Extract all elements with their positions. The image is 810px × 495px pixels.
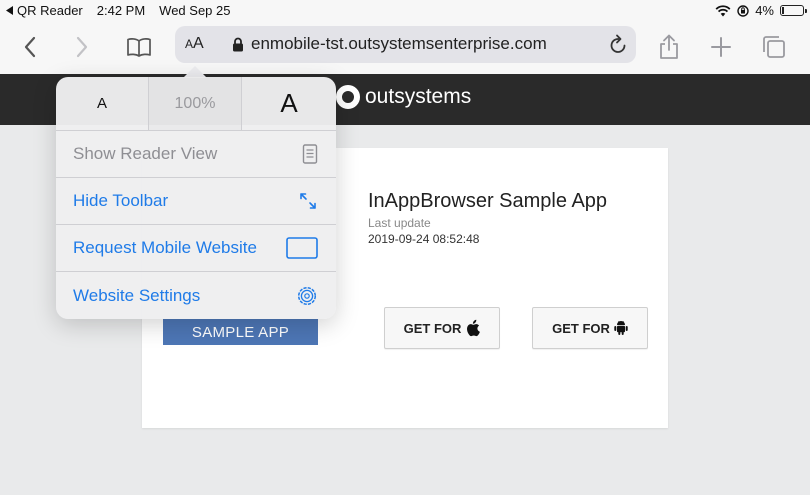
new-tab-plus-icon: [711, 37, 731, 57]
last-update-label: Last update: [368, 216, 431, 230]
get-for-android-button[interactable]: GET FOR: [532, 307, 648, 349]
reader-aa-button[interactable]: AA: [185, 35, 204, 53]
back-to-app-link[interactable]: QR Reader: [6, 3, 83, 18]
back-chevron-icon: [24, 36, 36, 58]
address-bar[interactable]: AA enmobile-tst.outsystemsenterprise.com: [175, 26, 636, 63]
reload-icon: [610, 34, 626, 53]
reader-view-icon: [302, 144, 318, 164]
back-app-label: QR Reader: [17, 3, 83, 18]
orientation-lock-icon: [737, 4, 749, 17]
increase-text-size-button[interactable]: A: [242, 77, 336, 130]
menu-item-label: Website Settings: [73, 285, 201, 305]
status-bar: QR Reader 2:42 PM Wed Sep 25 4%: [0, 0, 810, 22]
get-for-ios-label: GET FOR: [403, 320, 462, 336]
battery-percent: 4%: [755, 3, 774, 18]
apple-icon: [467, 319, 481, 337]
page-settings-popover: A 100% A Show Reader View Hide Toolbar R…: [56, 77, 336, 319]
app-title: InAppBrowser Sample App: [368, 190, 608, 212]
menu-item-label: Hide Toolbar: [73, 191, 169, 210]
menu-item-request-mobile-website[interactable]: Request Mobile Website: [56, 225, 336, 272]
outsystems-logo[interactable]: outsystems: [336, 85, 471, 109]
sample-app-button[interactable]: SAMPLE APP: [163, 319, 318, 345]
browser-toolbar: AA enmobile-tst.outsystemsenterprise.com: [0, 22, 810, 74]
status-date: Wed Sep 25: [159, 3, 231, 18]
brand-name: outsystems: [365, 85, 472, 108]
share-icon: [660, 34, 678, 59]
tabs-icon: [763, 36, 785, 58]
status-time: 2:42 PM: [96, 3, 146, 18]
forward-button[interactable]: [66, 31, 98, 63]
mobile-website-icon: [286, 237, 318, 259]
back-button[interactable]: [14, 31, 46, 63]
new-tab-button[interactable]: [705, 31, 737, 63]
menu-item-show-reader-view[interactable]: Show Reader View: [56, 131, 336, 178]
menu-item-hide-toolbar[interactable]: Hide Toolbar: [56, 178, 336, 225]
android-icon: [614, 320, 628, 335]
menu-item-label: Show Reader View: [73, 144, 218, 163]
back-triangle-icon: [6, 6, 13, 15]
get-for-android-label: GET FOR: [552, 320, 610, 336]
last-update-value: 2019-09-24 08:52:48: [368, 232, 480, 246]
menu-item-website-settings[interactable]: Website Settings: [56, 272, 336, 319]
forward-chevron-icon: [76, 36, 88, 58]
menu-item-label: Request Mobile Website: [73, 238, 257, 257]
tabs-button[interactable]: [758, 31, 790, 63]
outsystems-logo-mark-icon: [336, 85, 360, 109]
wifi-icon: [715, 4, 731, 16]
hide-toolbar-arrows-icon: [300, 193, 316, 209]
bookmarks-button[interactable]: [123, 31, 155, 63]
text-zoom-percent[interactable]: 100%: [149, 77, 242, 130]
url-text: enmobile-tst.outsystemsenterprise.com: [251, 34, 547, 53]
bookmarks-book-icon: [127, 38, 151, 57]
decrease-text-size-button[interactable]: A: [56, 77, 149, 130]
share-button[interactable]: [653, 31, 685, 63]
gear-icon: [297, 286, 317, 305]
battery-icon: [780, 5, 807, 16]
reload-button[interactable]: [609, 34, 628, 60]
text-zoom-row: A 100% A: [56, 77, 336, 131]
lock-icon: [233, 37, 243, 52]
get-for-ios-button[interactable]: GET FOR: [384, 307, 500, 349]
